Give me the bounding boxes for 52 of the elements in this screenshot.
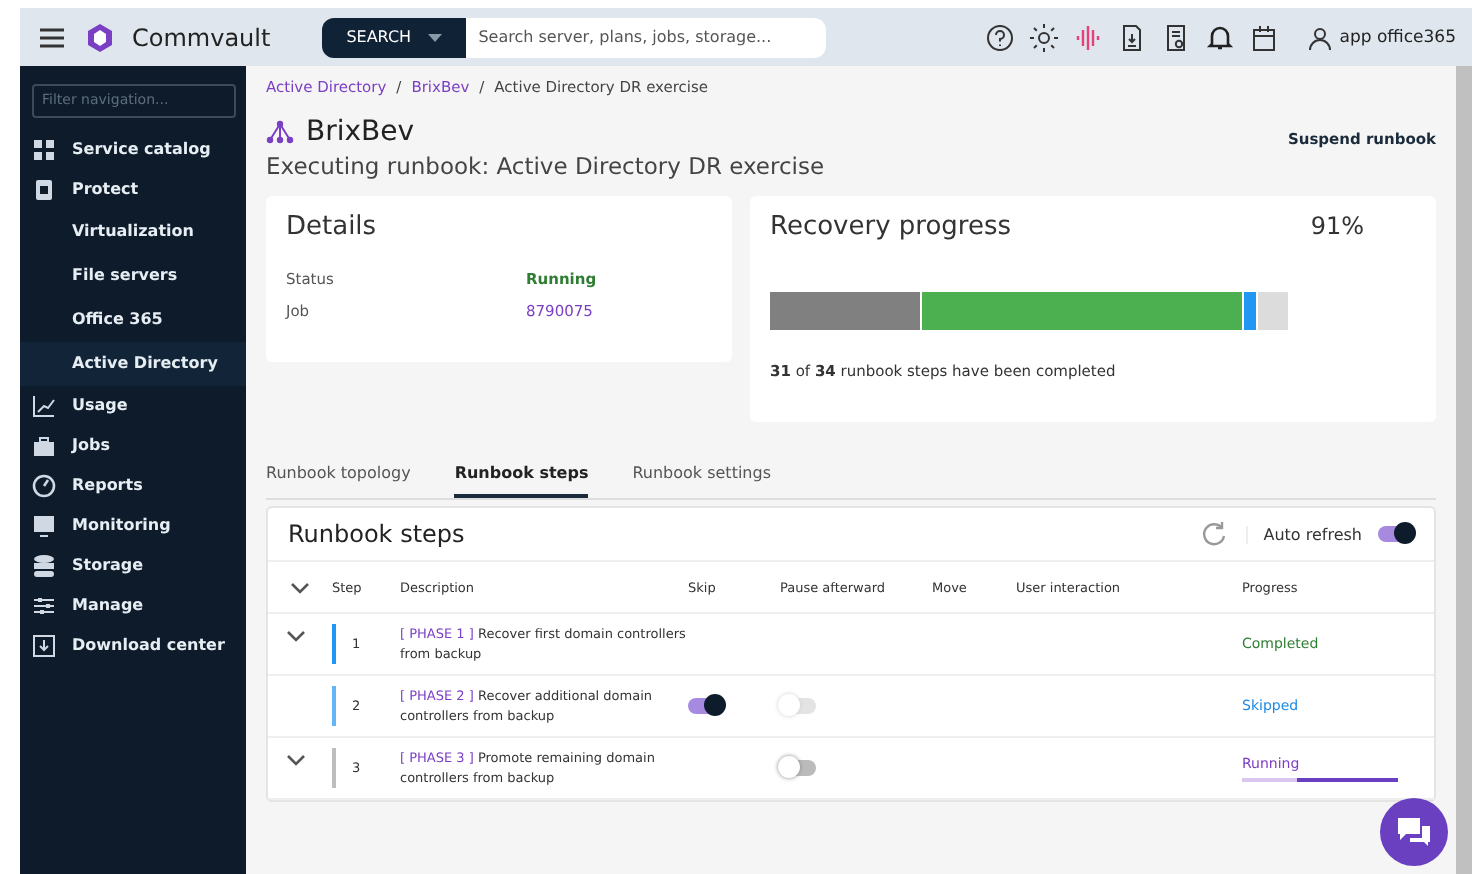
- chat-icon: [1396, 816, 1432, 848]
- monitor-icon: [32, 513, 56, 537]
- chart-icon: [32, 393, 56, 417]
- refresh-icon[interactable]: [1197, 518, 1230, 550]
- nav-item[interactable]: Office 365: [32, 297, 234, 341]
- page-title: BrixBev: [306, 116, 415, 148]
- briefcase-icon: [32, 433, 56, 457]
- chevron-icon: [290, 581, 310, 593]
- scrollbar[interactable]: [1456, 66, 1472, 874]
- nav-item[interactable]: Active Directory: [20, 341, 246, 385]
- toggle-switch[interactable]: [688, 698, 724, 714]
- page-subtitle: Executing runbook: Active Directory DR exercise: [266, 152, 827, 180]
- search-field[interactable]: Search server, plans, jobs, storage...: [466, 17, 827, 57]
- tab[interactable]: Runbook steps: [454, 460, 589, 498]
- nav-item[interactable]: Virtualization: [32, 209, 234, 253]
- gauge-icon: [32, 473, 56, 497]
- toggle-switch[interactable]: [1378, 526, 1414, 542]
- bell-icon[interactable]: [1203, 21, 1236, 53]
- nav-item[interactable]: Protect: [32, 169, 234, 209]
- percent-value: 91%: [1310, 212, 1364, 242]
- search-button[interactable]: SEARCH: [322, 17, 467, 57]
- card-title: Recovery progress: [770, 212, 1012, 242]
- waveform-icon[interactable]: [1071, 21, 1104, 53]
- nav-item[interactable]: Reports: [32, 465, 234, 505]
- database-icon: [32, 553, 56, 577]
- logo-icon: [84, 21, 116, 53]
- download-icon: [32, 633, 56, 657]
- nav-item[interactable]: Storage: [32, 545, 234, 585]
- nav-item[interactable]: Monitoring: [32, 505, 234, 545]
- caret-icon: [427, 33, 442, 41]
- nav-item[interactable]: Usage: [32, 385, 234, 425]
- toggle-switch[interactable]: [780, 760, 816, 776]
- shield-icon: [32, 177, 56, 201]
- logo: Commvault: [132, 23, 271, 51]
- grid-icon: [32, 137, 56, 161]
- user-icon: [1307, 25, 1332, 49]
- nav-item[interactable]: Service catalog: [32, 129, 234, 169]
- sun-icon[interactable]: [1027, 21, 1060, 53]
- nav-item[interactable]: Manage: [32, 585, 234, 625]
- panel-title: Runbook steps: [288, 520, 465, 548]
- nav-item[interactable]: Download center: [32, 625, 234, 665]
- help-icon[interactable]: [983, 21, 1016, 53]
- sliders-icon: [32, 593, 56, 617]
- auto-refresh-label: Auto refresh: [1245, 525, 1362, 543]
- card-title: Details: [286, 212, 379, 242]
- topology-icon: [266, 120, 294, 144]
- nav-item[interactable]: File servers: [32, 253, 234, 297]
- tab[interactable]: Runbook settings: [632, 460, 771, 498]
- nav-item[interactable]: Jobs: [32, 425, 234, 465]
- calendar-icon[interactable]: [1247, 21, 1280, 53]
- tab[interactable]: Runbook topology: [266, 460, 411, 498]
- user-menu[interactable]: app office365: [1307, 25, 1456, 49]
